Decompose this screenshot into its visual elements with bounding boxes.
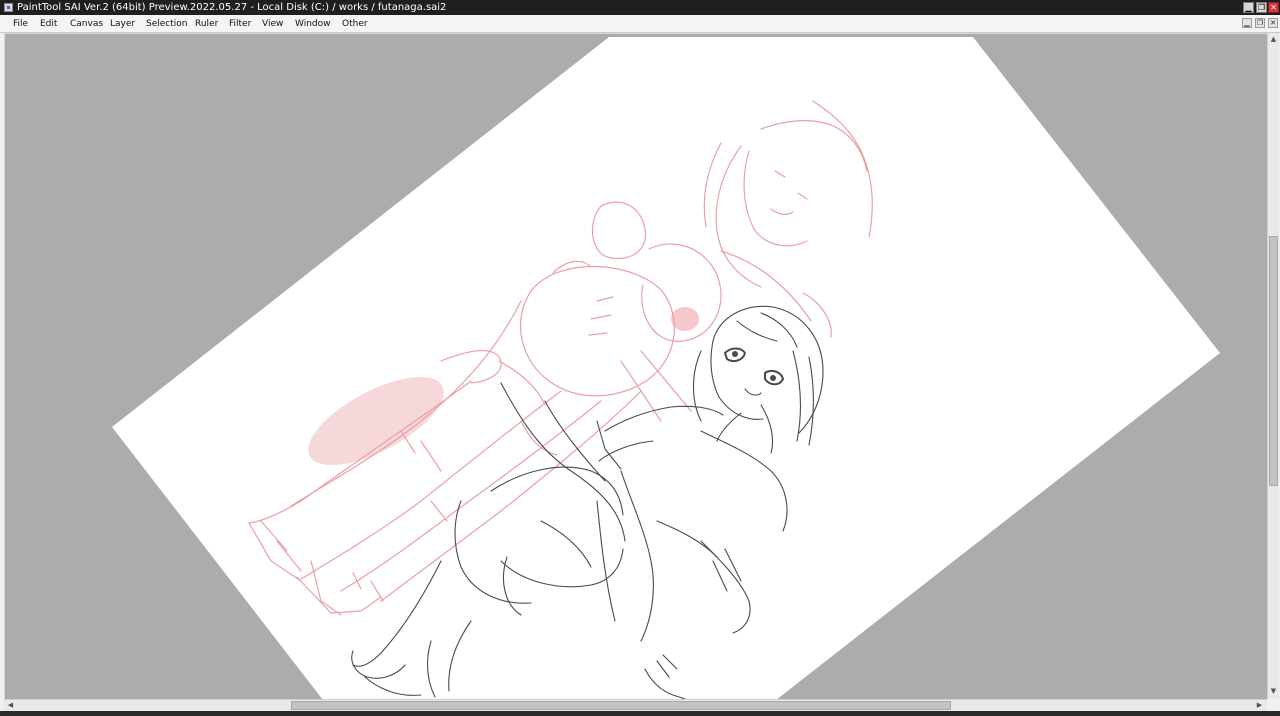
canvas-paper xyxy=(112,37,1220,700)
menu-selection[interactable]: Selection xyxy=(146,18,187,30)
window-title: PaintTool SAI Ver.2 (64bit) Preview.2022… xyxy=(17,2,447,13)
vertical-scrollbar[interactable]: ▲ ▼ xyxy=(1267,33,1279,699)
bottom-edge xyxy=(0,711,1280,716)
menu-layer[interactable]: Layer xyxy=(110,18,135,30)
canvas-restore-button[interactable]: ❐ xyxy=(1255,18,1265,28)
horizontal-scroll-thumb[interactable] xyxy=(291,701,951,710)
menu-bar: File Edit Canvas Layer Selection Ruler F… xyxy=(0,15,1280,33)
title-bar: PaintTool SAI Ver.2 (64bit) Preview.2022… xyxy=(0,0,1280,15)
vertical-scroll-thumb[interactable] xyxy=(1269,236,1278,486)
scroll-up-icon[interactable]: ▲ xyxy=(1269,35,1278,44)
menu-canvas[interactable]: Canvas xyxy=(70,18,103,30)
menu-file[interactable]: File xyxy=(13,18,28,30)
horizontal-scrollbar[interactable]: ◀ ▶ xyxy=(4,699,1267,711)
canvas-minimize-button[interactable]: ▁ xyxy=(1242,18,1252,28)
menu-filter[interactable]: Filter xyxy=(229,18,251,30)
menu-other[interactable]: Other xyxy=(342,18,368,30)
maximize-button[interactable]: ❐ xyxy=(1256,2,1267,13)
canvas-workspace[interactable] xyxy=(4,33,1267,700)
canvas-close-button[interactable]: ✕ xyxy=(1268,18,1278,28)
minimize-button[interactable]: ▁ xyxy=(1243,2,1254,13)
app-icon xyxy=(4,3,13,12)
scroll-right-icon[interactable]: ▶ xyxy=(1255,701,1264,710)
canvas-view[interactable] xyxy=(5,34,1267,700)
menu-ruler[interactable]: Ruler xyxy=(195,18,218,30)
menu-window[interactable]: Window xyxy=(295,18,331,30)
scroll-left-icon[interactable]: ◀ xyxy=(6,701,15,710)
close-button[interactable]: ✕ xyxy=(1268,2,1279,13)
menu-edit[interactable]: Edit xyxy=(40,18,57,30)
scroll-down-icon[interactable]: ▼ xyxy=(1269,687,1278,696)
menu-view[interactable]: View xyxy=(262,18,283,30)
